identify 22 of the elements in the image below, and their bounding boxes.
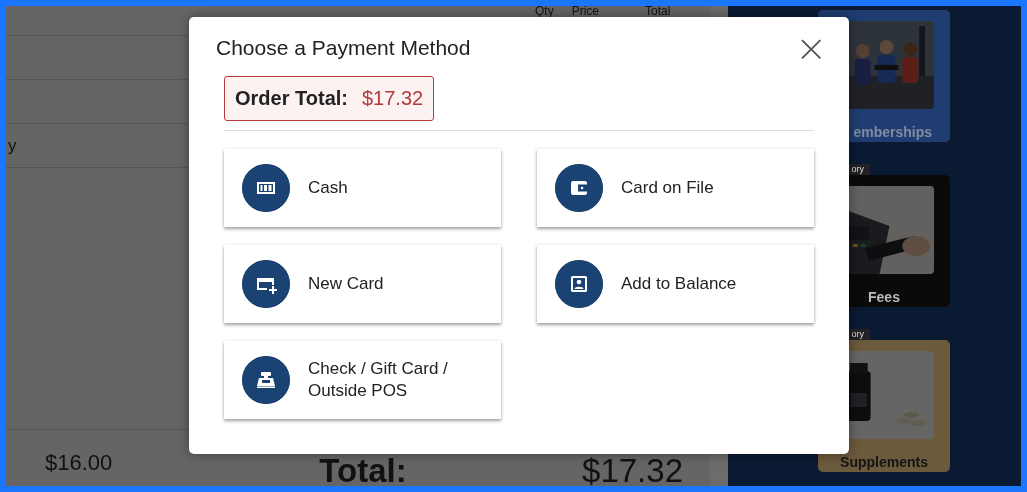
card-plus-icon	[242, 260, 290, 308]
payment-method-button[interactable]: Card on File	[537, 149, 814, 227]
total-value: $17.32	[582, 456, 683, 486]
total-label: Total:	[319, 456, 407, 486]
person-card-icon	[555, 260, 603, 308]
category-name: Supplements	[840, 455, 928, 469]
dialog-title: Choose a Payment Method	[216, 36, 471, 60]
payment-method-button[interactable]: New Card	[224, 245, 501, 323]
column-header: Price	[571, 6, 599, 20]
wallet-icon	[555, 164, 603, 212]
order-total-value: $17.32	[361, 87, 424, 110]
payment-method-button[interactable]: Add to Balance	[537, 245, 814, 323]
column-header: Total	[645, 6, 671, 20]
order-total-label: Order Total:	[235, 87, 348, 110]
subtotal: $16.00	[45, 450, 113, 476]
cash-register-icon	[242, 356, 290, 404]
payment-method-button[interactable]: Cash	[224, 149, 501, 227]
category-name: emberships	[853, 125, 933, 139]
item-text: y	[8, 135, 17, 156]
payment-method-button[interactable]: Check / Gift Card / Outside POS	[224, 341, 501, 419]
banknote-icon	[242, 164, 290, 212]
category-name: Fees	[868, 290, 900, 304]
